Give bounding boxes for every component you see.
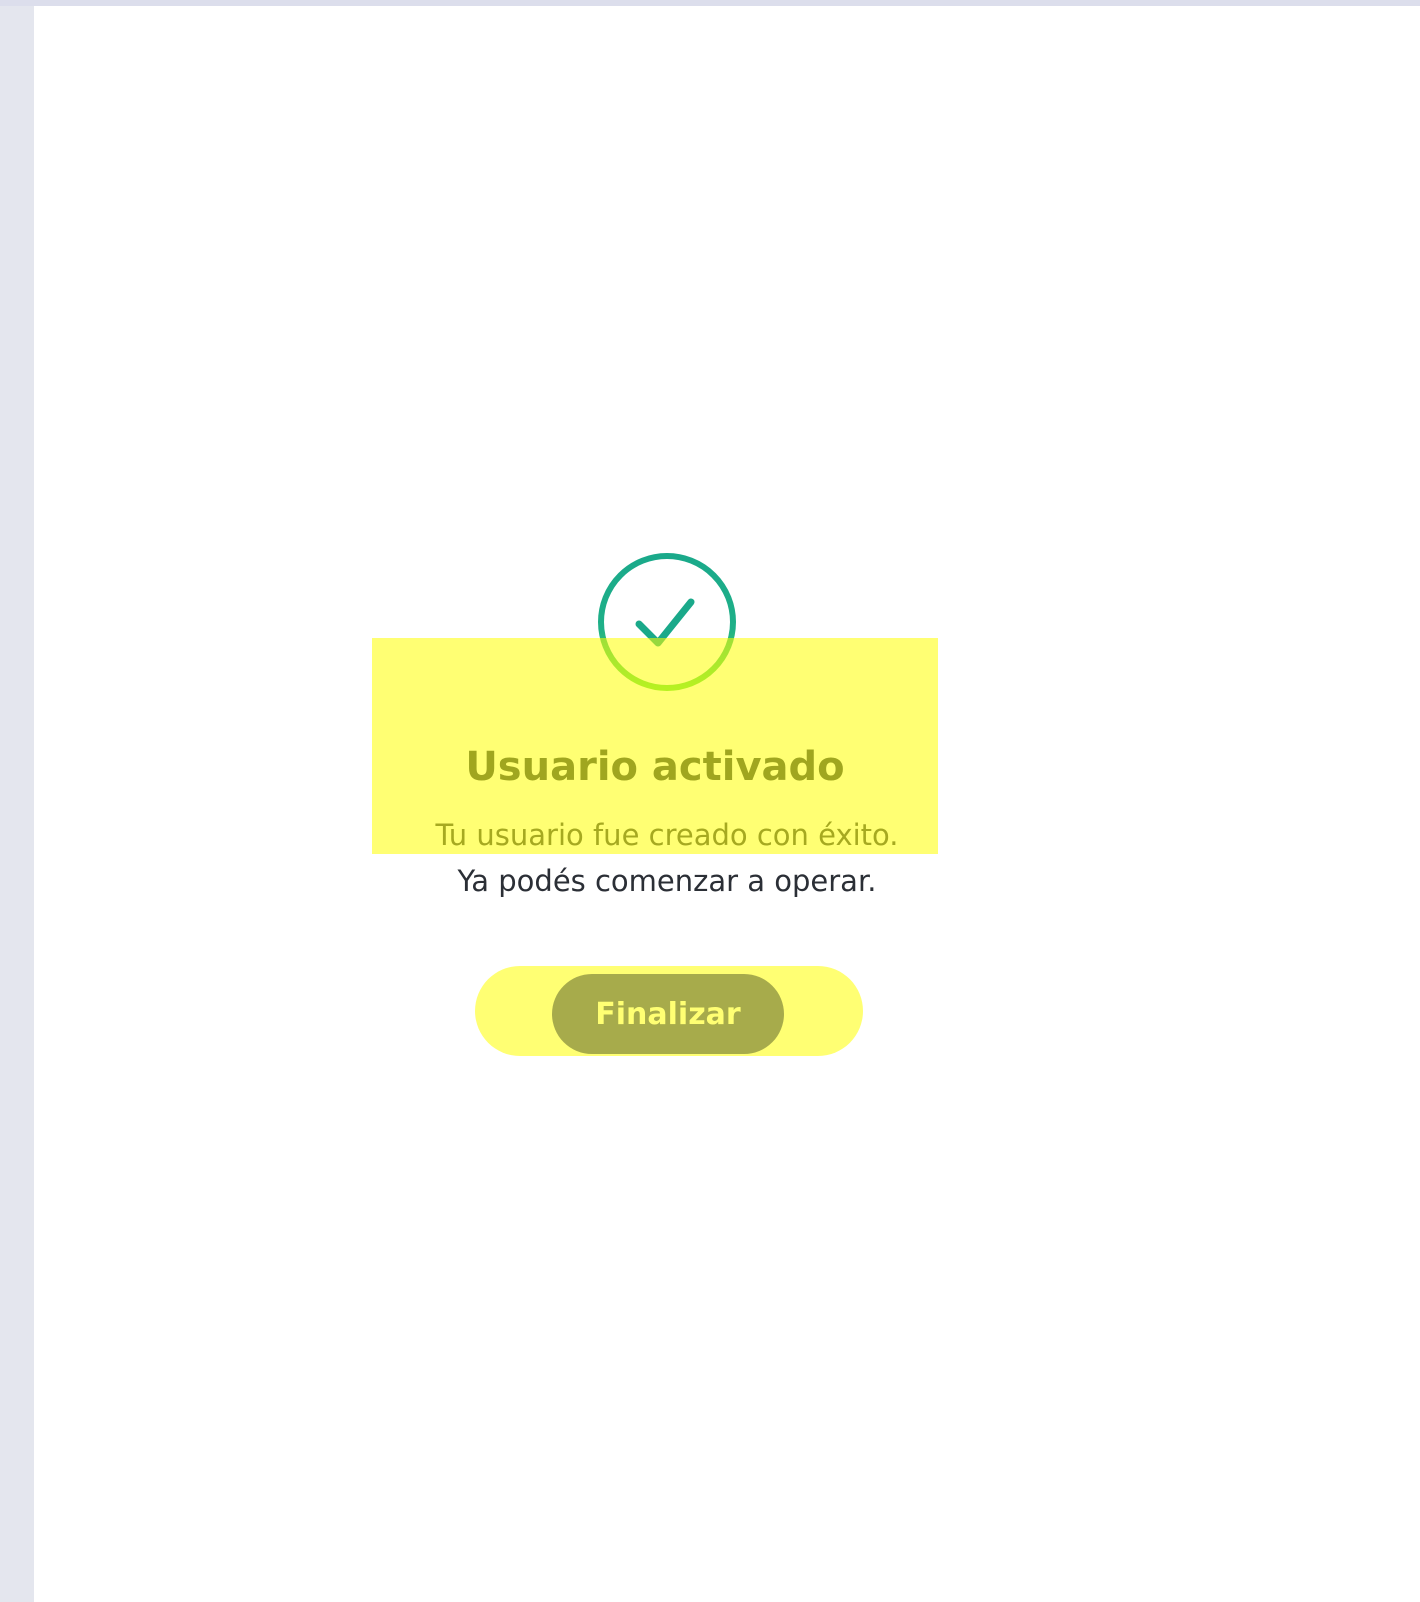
success-content: Usuario activado Tu usuario fue creado c… [34, 6, 1420, 1602]
finalize-button[interactable]: Finalizar [552, 974, 784, 1054]
main-panel: Usuario activado Tu usuario fue creado c… [34, 6, 1420, 1602]
page-title: Usuario activado [465, 744, 845, 790]
success-message-line-2: Ya podés comenzar a operar. [457, 864, 877, 898]
check-circle-icon [595, 550, 739, 694]
success-message-line-1: Tu usuario fue creado con éxito. [435, 818, 899, 852]
